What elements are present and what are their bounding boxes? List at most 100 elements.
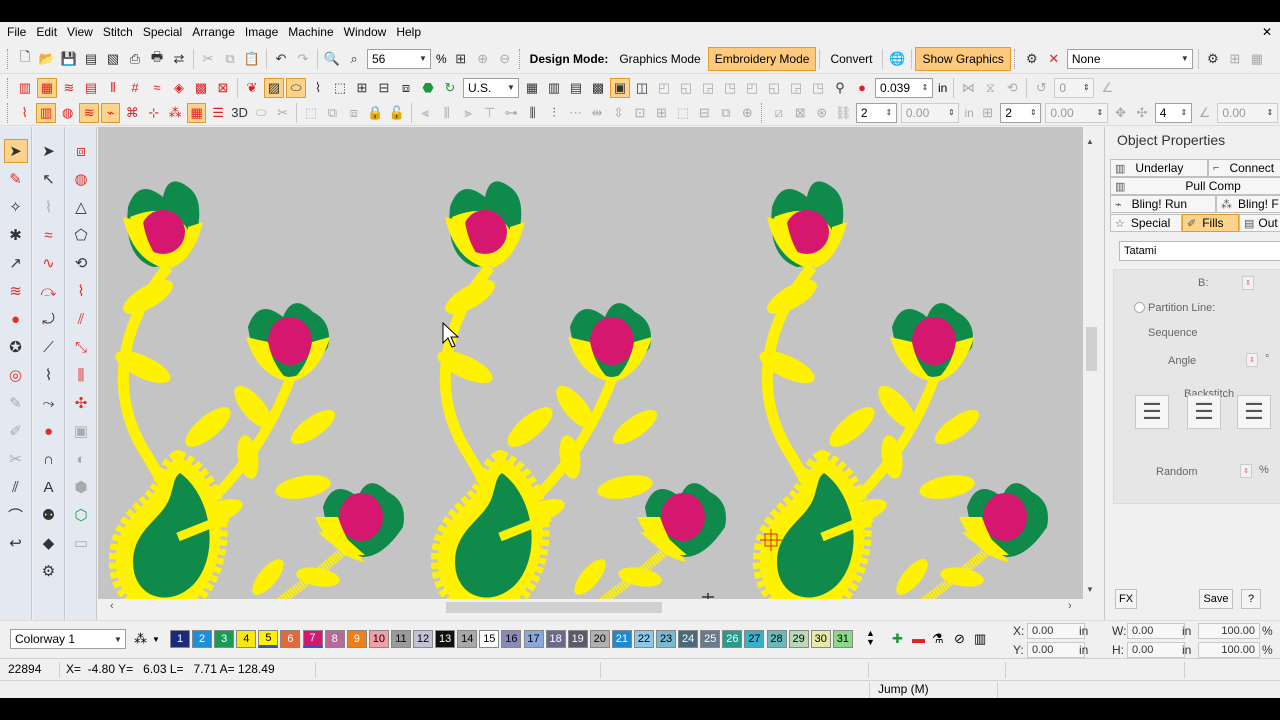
bounds-icon[interactable]: ⬚ [673,103,692,123]
array-count-b[interactable]: 2 ⇕ [1000,102,1042,123]
align-top-icon[interactable]: ⊤ [480,103,499,123]
sketch-icon[interactable]: ⌁ [100,102,121,123]
width-percent-field[interactable]: 100.00 [1198,623,1260,639]
align-center-icon[interactable]: ⫼ [437,103,456,123]
motif-icon[interactable]: ◐ [69,447,93,471]
monogram-icon[interactable]: ◆ [37,531,61,555]
toolbar-grip[interactable] [1013,48,1018,69]
spacing-field[interactable]: 0 ⇕ [1054,77,1095,98]
spinner-icon[interactable]: ⇕ [1263,104,1277,122]
thread-swatch[interactable]: 12 [413,630,434,648]
select-points-icon[interactable]: ✱ [4,223,28,247]
show-graphics-button[interactable]: Show Graphics [915,46,1011,71]
x-field[interactable]: 0.00 [1027,623,1085,639]
motif-repeat-3[interactable] [755,181,1048,599]
convert-outline-icon[interactable]: ⧈ [69,139,93,163]
menu-special[interactable]: Special [138,23,187,41]
rotate-icon[interactable]: ⟲ [1002,78,1022,98]
pattern-i-icon[interactable]: ◲ [698,78,718,98]
colorway-combo[interactable]: Colorway 1 ▼ [10,629,126,649]
grid-alt-icon[interactable]: ⊟ [374,78,394,98]
node-line-icon[interactable]: ⤳ [37,391,61,415]
needle-icon[interactable]: ⚲ [830,78,850,98]
stipple-icon[interactable]: ⁂ [165,103,184,123]
chevron-down-icon[interactable]: ▼ [504,79,518,97]
tab-pull-comp[interactable]: ▥ Pull Comp [1110,177,1280,195]
backstitch-option-2[interactable]: ☰ [1187,395,1221,429]
pattern-d-icon[interactable]: ▩ [588,78,608,98]
thread-swatch[interactable]: 24 [678,630,699,648]
column-fill-icon[interactable]: ⦀ [103,78,123,98]
thread-swatch[interactable]: 4 [236,630,257,648]
diamond-fill-icon[interactable]: ◈ [169,78,189,98]
zoom-icon[interactable]: 🔍 [322,49,342,69]
pattern-f-icon[interactable]: ◫ [632,78,652,98]
toolbar-grip[interactable] [7,102,11,123]
print-icon[interactable]: 🖶 [147,49,167,69]
menu-edit[interactable]: Edit [31,23,62,41]
grid-icon[interactable]: ⊞ [352,78,372,98]
design-canvas[interactable] [98,127,1083,599]
thread-swatch[interactable]: 19 [567,630,588,648]
select-magic-icon[interactable]: ✧ [4,195,28,219]
thread-swatch[interactable]: 20 [589,630,610,648]
array-offset-b[interactable]: 0.00 ⇕ [1045,102,1108,123]
thread-swatch[interactable]: 22 [633,630,654,648]
lettering-icon[interactable]: A [37,475,61,499]
wave-fill-icon[interactable]: ≈ [147,78,167,98]
scroll-up-icon[interactable]: ▲ [1086,137,1094,146]
menu-stitch[interactable]: Stitch [98,23,138,41]
mirror-x-icon[interactable]: ⋈ [958,78,978,98]
horizontal-scrollbar[interactable]: ‹ › [98,599,1083,616]
embroidery-mode-button[interactable]: Embroidery Mode [707,46,817,71]
tab-bling-fill[interactable]: ⁂ Bling! F [1216,195,1280,213]
spinner-icon[interactable]: ⇕ [882,104,896,122]
spinner-icon[interactable]: ⇕ [1079,79,1093,97]
radial-copies-icon[interactable]: ✣ [1132,103,1151,123]
feather-icon[interactable]: ❦ [242,78,262,98]
open-file-icon[interactable]: 📂 [37,49,57,69]
arch-icon[interactable]: ∩ [37,447,61,471]
hexagon-icon[interactable]: ⬢ [69,475,93,499]
convert-fill-icon[interactable]: ◍ [69,167,93,191]
select-arrow-icon[interactable]: ➤ [3,139,28,163]
paste-icon[interactable]: 📋 [242,49,262,69]
array-offset-a[interactable]: 0.00 ⇕ [900,102,960,123]
thread-swatch[interactable]: 28 [766,630,787,648]
appliqué-tool-icon[interactable]: ⚙ [37,559,61,583]
hoop-combo[interactable]: None ▼ [1066,48,1193,69]
node-icon[interactable]: ↖ [37,167,61,191]
thread-swatch[interactable]: 9 [346,630,367,648]
puff-icon[interactable]: ⬭ [251,103,270,123]
layers-icon[interactable]: ⧈ [396,78,416,98]
shape-tool-icon[interactable]: △ [69,195,93,219]
hoop-layout-icon[interactable]: ▦ [1247,49,1267,69]
convert-button[interactable]: Convert [823,47,879,71]
pattern-l-icon[interactable]: ◱ [764,78,784,98]
ungroup-icon[interactable]: ⧈ [344,103,363,123]
grid-snap-icon[interactable]: ⊞ [652,103,671,123]
frame-icon[interactable]: ▣ [69,419,93,443]
wave-icon[interactable]: ≋ [79,102,99,123]
thread-swatch[interactable]: 31 [832,630,853,648]
thread-swatch[interactable]: 16 [501,630,522,648]
spiral-tool-icon[interactable]: ⟲ [69,251,93,275]
add-color-icon[interactable]: ✚ [892,631,903,647]
height-percent-field[interactable]: 100.00 [1198,642,1260,658]
pattern-h-icon[interactable]: ◱ [676,78,696,98]
send-icon[interactable]: ⇄ [169,49,189,69]
team-names-icon[interactable]: ⚉ [37,503,61,527]
candlewick-icon[interactable]: ⊹ [144,103,163,123]
b-spinner[interactable]: ⇕ [1242,276,1254,290]
tab-underlay[interactable]: ▥ Underlay [1110,159,1208,177]
array-icon[interactable]: ⧄ [769,103,788,123]
spiral-icon[interactable]: ⌘ [122,103,141,123]
angle-icon[interactable]: ∠ [1097,78,1117,98]
align-right-icon[interactable]: ⫸ [458,103,477,123]
thread-swatch[interactable]: 25 [700,630,721,648]
radial-offset[interactable]: 0.00 ⇕ [1217,102,1278,123]
pattern-n-icon[interactable]: ◳ [808,78,828,98]
stop-icon[interactable]: ⬣ [418,78,438,98]
scroll-right-icon[interactable]: › [1068,600,1072,612]
spinner-icon[interactable]: ⇕ [1177,104,1191,122]
